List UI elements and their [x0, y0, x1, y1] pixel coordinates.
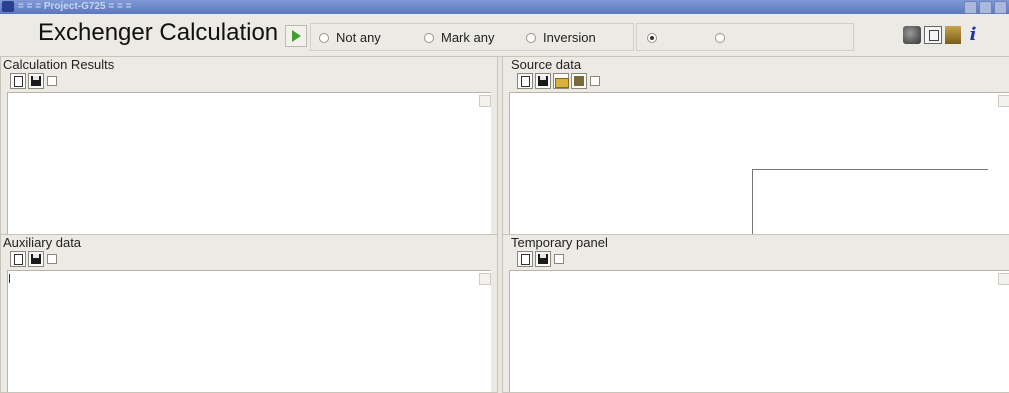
save-icon[interactable] — [535, 251, 551, 267]
vertical-scrollbar[interactable] — [996, 271, 1009, 392]
calculation-results-panel: Calculation Results — [0, 56, 498, 235]
mode-radio-group: Not any Mark any Inversion — [310, 23, 634, 51]
radio-dot — [526, 32, 536, 43]
graph-line — [752, 169, 753, 239]
radio-mark-any[interactable]: Mark any — [424, 31, 494, 45]
panel-title: Source data — [511, 57, 582, 72]
radio-inversion-label: Inversion — [543, 30, 596, 45]
open-folder-icon[interactable] — [553, 73, 569, 89]
minimize-icon[interactable] — [964, 1, 977, 14]
auxiliary-data-area[interactable] — [7, 270, 491, 392]
run-button[interactable] — [285, 25, 307, 47]
radio-not-any-label: Not any — [336, 30, 381, 45]
import-icon[interactable] — [571, 73, 587, 89]
save-icon[interactable] — [28, 73, 44, 89]
info-icon[interactable]: i — [964, 26, 982, 44]
play-icon — [292, 30, 301, 42]
save-icon[interactable] — [28, 251, 44, 267]
new-icon[interactable] — [517, 251, 533, 267]
maximize-icon[interactable] — [979, 1, 992, 14]
radio-dot-selected — [647, 32, 657, 43]
panel-checkbox[interactable] — [554, 254, 564, 264]
new-icon[interactable] — [10, 73, 26, 89]
source-data-panel: Source data — [502, 56, 1009, 239]
scroll-up-icon[interactable] — [998, 95, 1009, 107]
temporary-panel-area[interactable] — [509, 270, 1009, 392]
source-data-area[interactable] — [509, 92, 1009, 239]
text-caret — [9, 274, 10, 283]
option-radio-group — [636, 23, 854, 51]
window-title: = = = Project-G725 = = = — [18, 1, 132, 12]
auxiliary-data-panel: Auxiliary data — [0, 234, 498, 393]
scroll-up-icon[interactable] — [998, 273, 1009, 285]
radio-dot — [715, 32, 725, 43]
panel-checkbox[interactable] — [590, 76, 600, 86]
vertical-scrollbar[interactable] — [996, 93, 1009, 234]
disk-icon[interactable] — [903, 26, 921, 44]
panel-toolbar — [10, 73, 57, 89]
calculation-results-area[interactable] — [7, 92, 491, 234]
panel-title: Calculation Results — [3, 57, 115, 72]
new-icon[interactable] — [10, 251, 26, 267]
panel-toolbar — [517, 251, 564, 267]
temporary-panel: Temporary panel — [502, 234, 1009, 393]
app-logo-icon — [2, 1, 14, 12]
radio-dot — [319, 32, 329, 43]
copy-pages-icon[interactable] — [924, 26, 942, 44]
radio-inversion[interactable]: Inversion — [526, 31, 596, 45]
radio-mark-any-label: Mark any — [441, 30, 495, 45]
app-title: Exchenger Calculation — [38, 19, 279, 46]
vertical-scrollbar[interactable] — [477, 271, 491, 392]
panel-toolbar — [517, 73, 600, 89]
radio-not-any[interactable]: Not any — [319, 31, 381, 45]
radio-option-1[interactable] — [647, 31, 664, 45]
close-icon[interactable] — [994, 1, 1007, 14]
save-icon[interactable] — [535, 73, 551, 89]
window-titlebar: = = = Project-G725 = = = — [0, 0, 1009, 14]
panel-checkbox[interactable] — [47, 254, 57, 264]
radio-option-2[interactable] — [715, 31, 732, 45]
panel-checkbox[interactable] — [47, 76, 57, 86]
scroll-up-icon[interactable] — [479, 95, 491, 107]
vertical-scrollbar[interactable] — [477, 93, 491, 234]
new-icon[interactable] — [517, 73, 533, 89]
panel-title: Temporary panel — [511, 235, 608, 250]
tool-icons: i — [900, 26, 982, 44]
panel-title: Auxiliary data — [3, 235, 82, 250]
panel-toolbar — [10, 251, 57, 267]
graph-line — [752, 169, 988, 170]
tool-icon[interactable] — [945, 26, 961, 44]
scroll-up-icon[interactable] — [479, 273, 491, 285]
main-toolbar: Exchenger Calculation Not any Mark any I… — [0, 14, 1009, 57]
radio-dot — [424, 32, 434, 43]
